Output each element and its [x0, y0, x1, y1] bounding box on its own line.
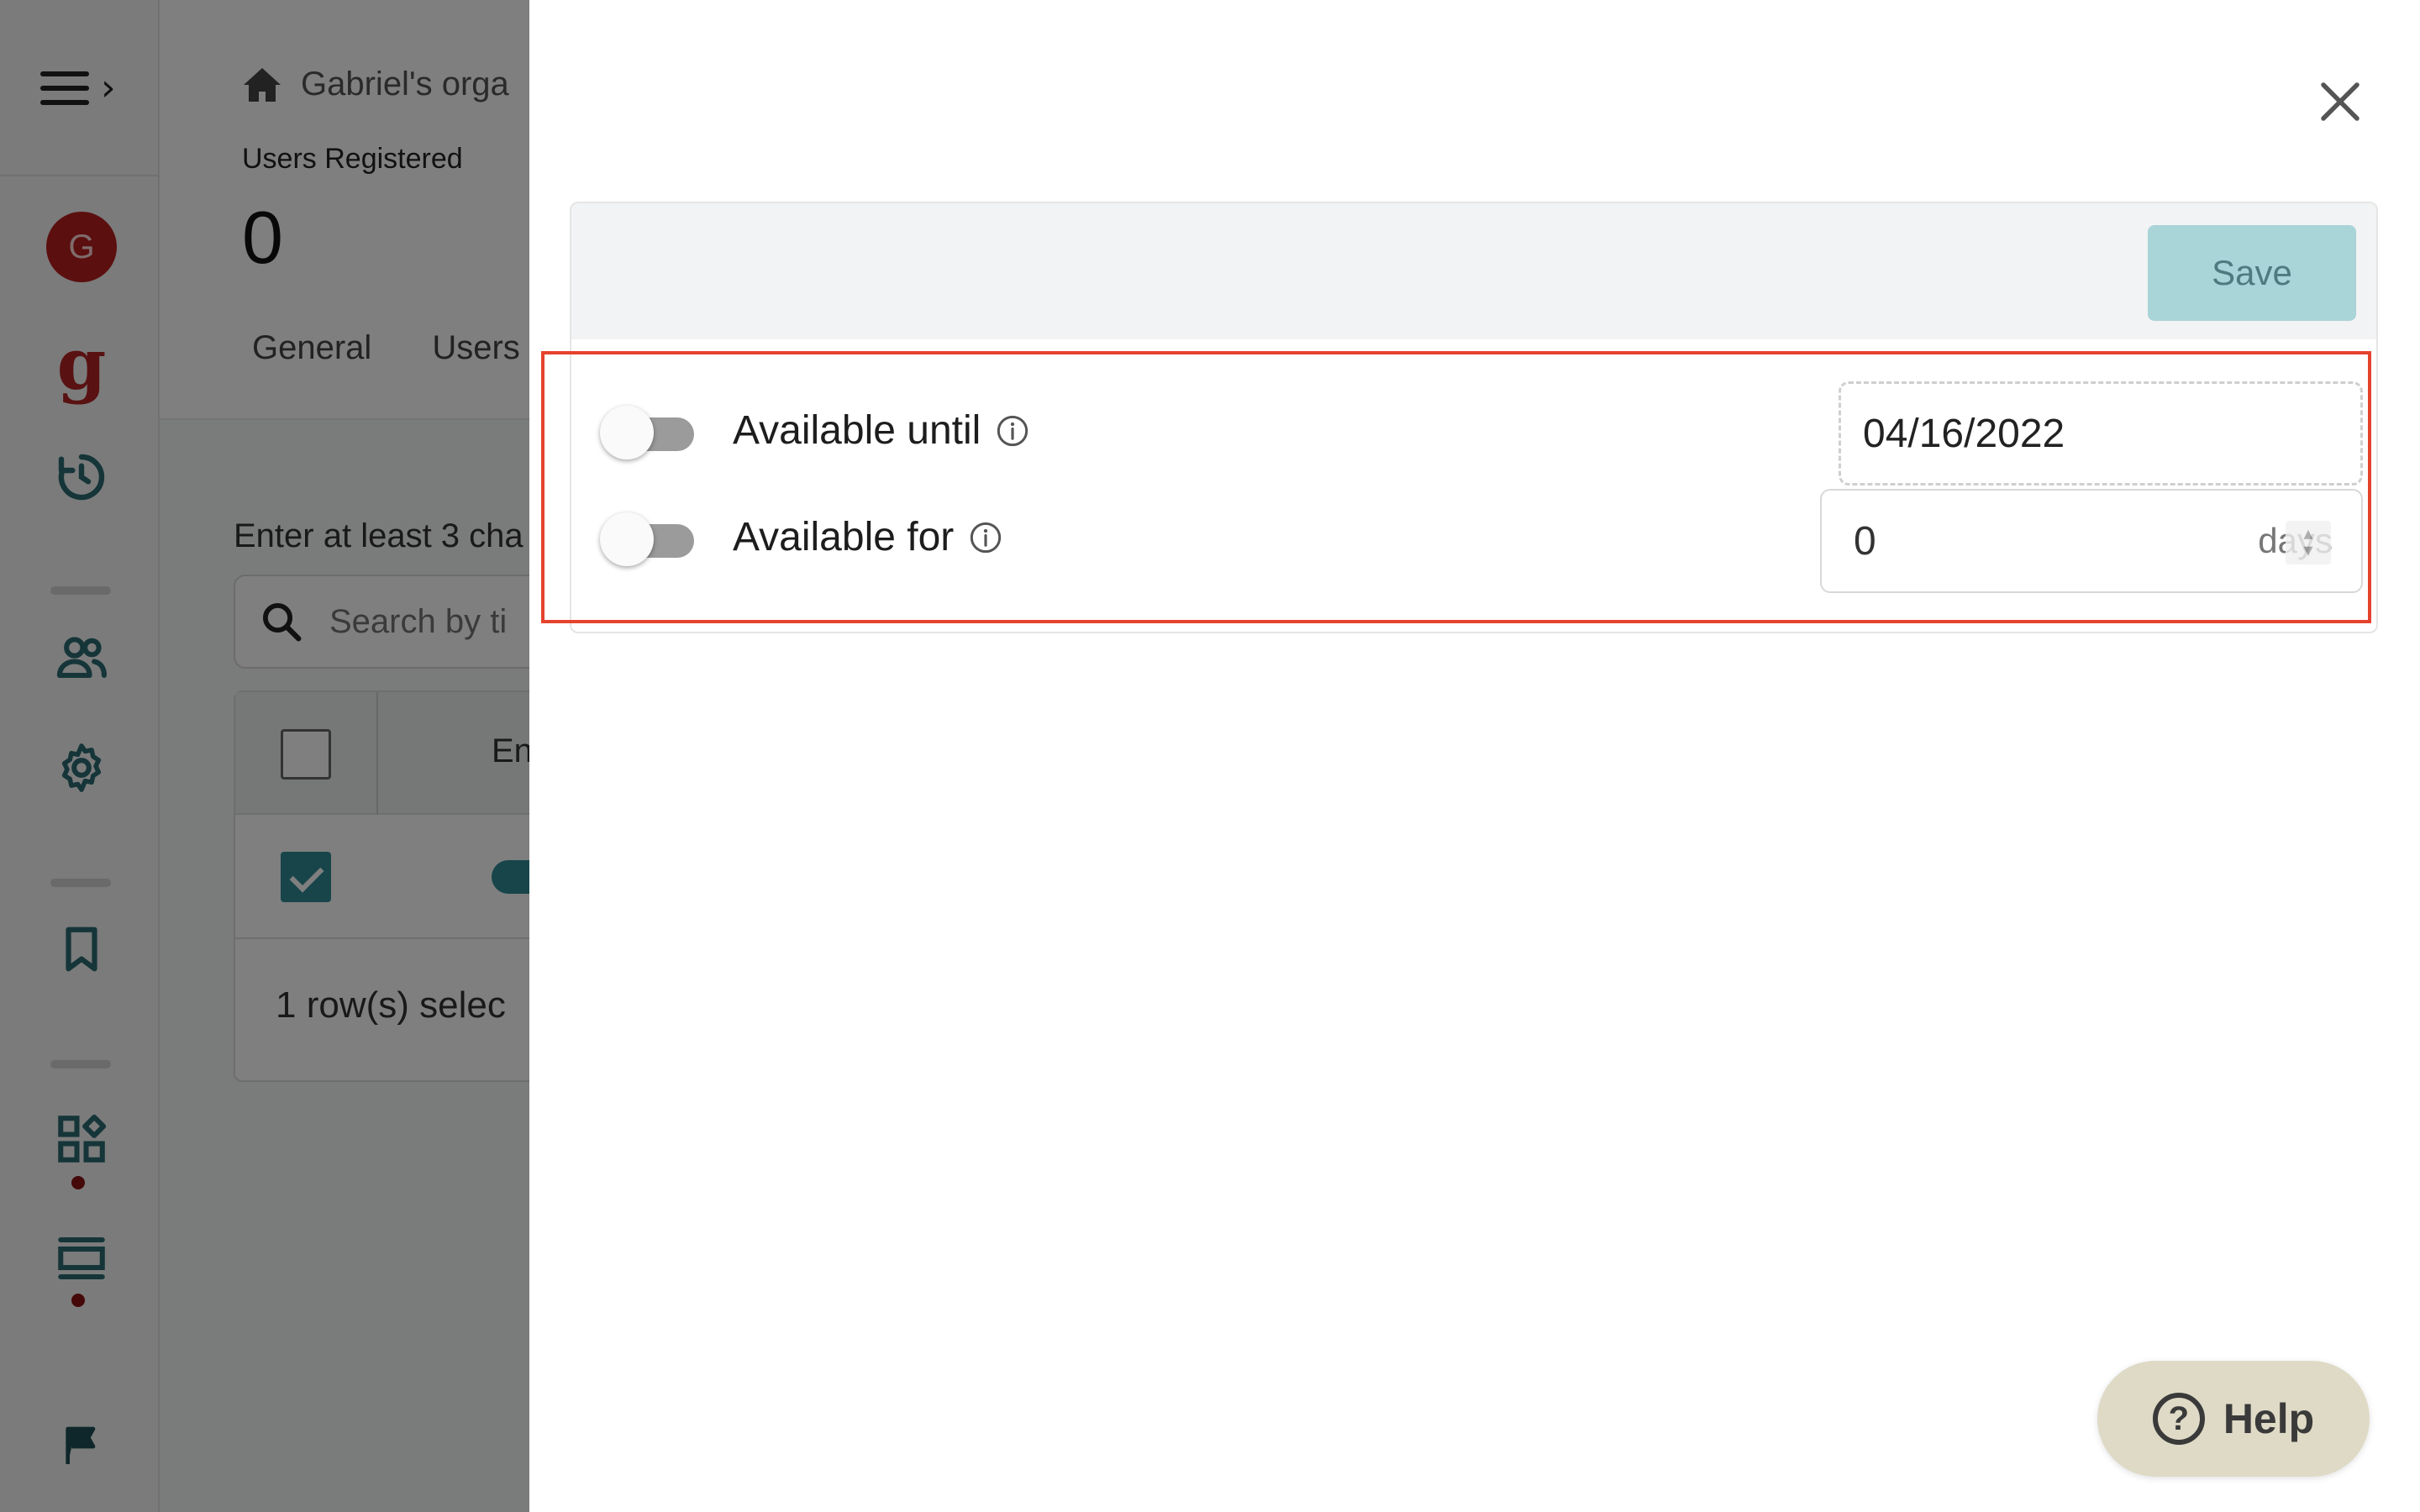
panel-toolbar: Save — [571, 203, 2376, 339]
help-button[interactable]: ? Help — [2097, 1361, 2370, 1477]
modal-backdrop[interactable] — [0, 0, 529, 1512]
help-label: Help — [2223, 1395, 2315, 1442]
settings-drawer: Save — [529, 0, 2420, 1512]
close-icon — [2321, 82, 2360, 121]
highlight-box — [541, 351, 2371, 623]
help-icon: ? — [2152, 1393, 2205, 1445]
save-button[interactable]: Save — [2148, 225, 2356, 321]
close-button[interactable] — [2299, 60, 2381, 143]
